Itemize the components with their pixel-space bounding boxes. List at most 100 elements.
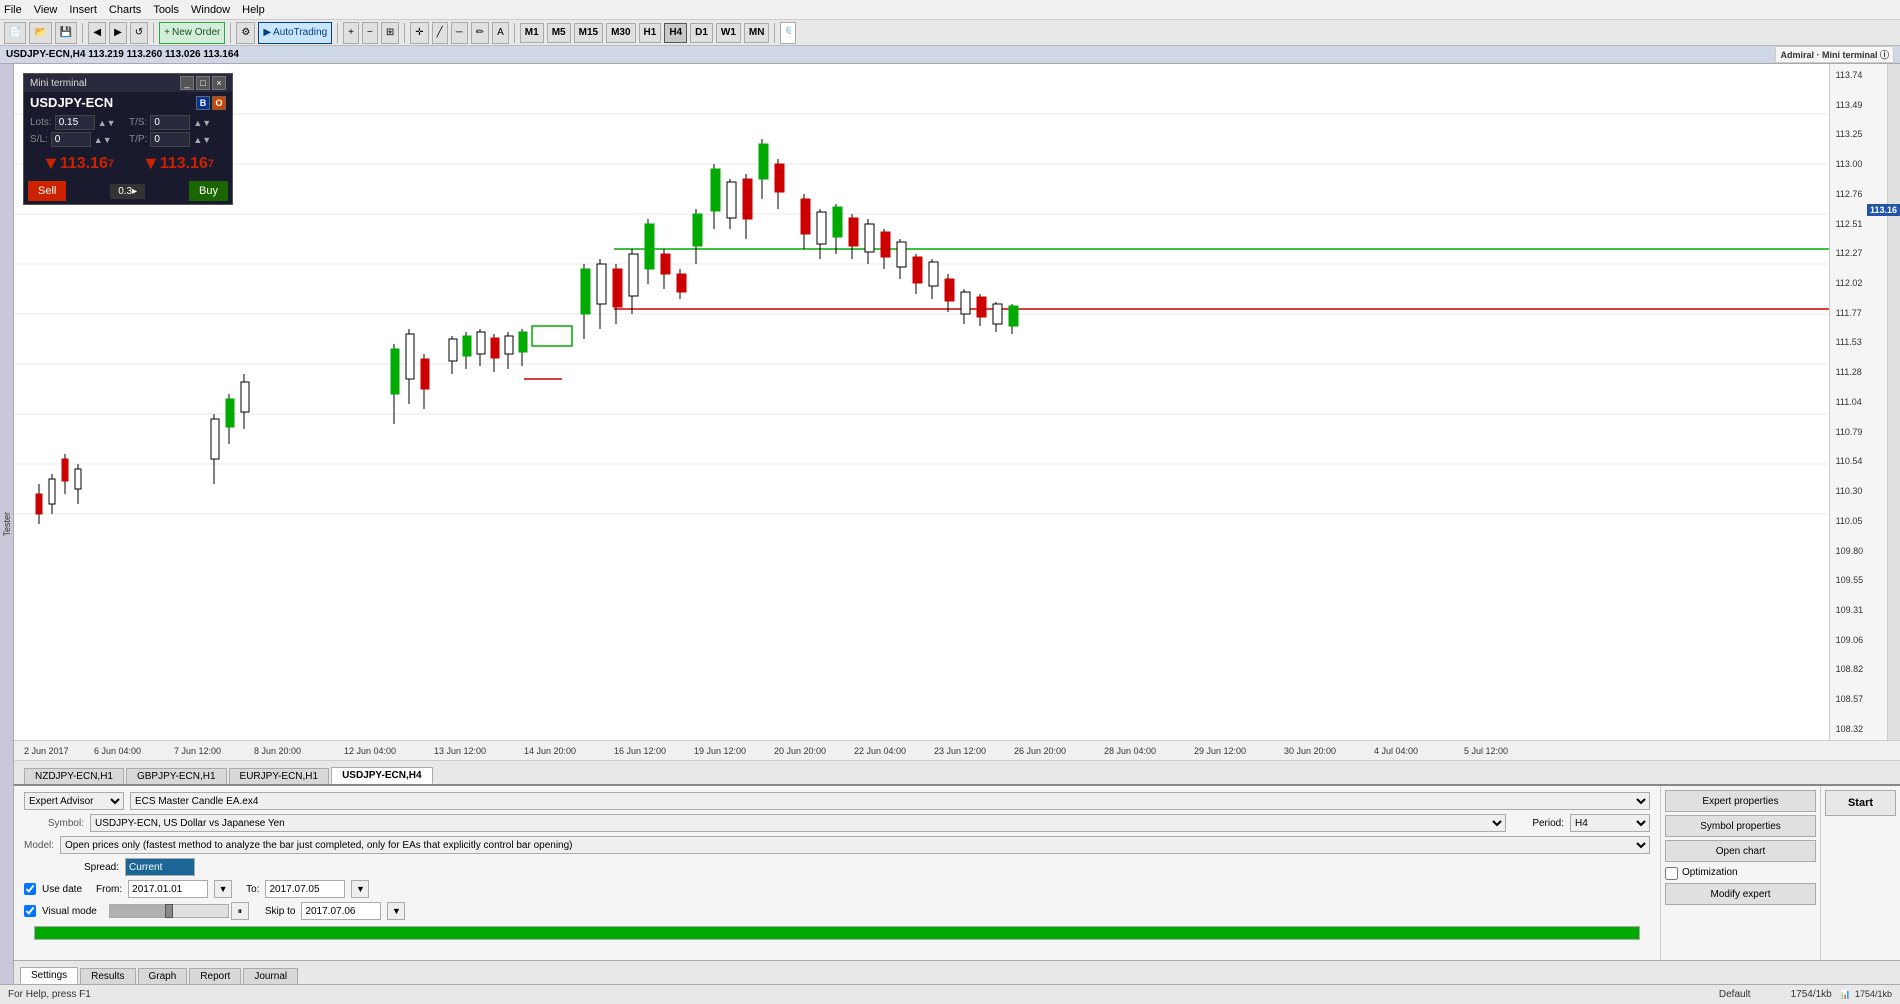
tab-gbpjpy[interactable]: GBPJPY-ECN,H1 bbox=[126, 768, 227, 784]
tester-tab-graph[interactable]: Graph bbox=[138, 968, 188, 984]
start-button[interactable]: Start bbox=[1825, 790, 1896, 816]
spread-value: 0.3▸ bbox=[110, 184, 145, 199]
tab-nzdjpy[interactable]: NZDJPY-ECN,H1 bbox=[24, 768, 124, 784]
tester-tab-settings[interactable]: Settings bbox=[20, 967, 78, 984]
period-select[interactable]: H4 bbox=[1570, 814, 1650, 832]
status-default: Default bbox=[1719, 989, 1751, 1000]
tester-tab-journal[interactable]: Journal bbox=[243, 968, 298, 984]
toolbar-new-btn[interactable]: 📄 bbox=[4, 22, 26, 44]
toolbar-open-btn[interactable]: 📂 bbox=[29, 22, 51, 44]
toolbar-crosshair[interactable]: ✛ bbox=[410, 22, 428, 44]
tp-input[interactable] bbox=[150, 132, 190, 147]
toolbar-chart-fit[interactable]: ⊞ bbox=[381, 22, 399, 44]
modify-expert-btn[interactable]: Modify expert bbox=[1665, 883, 1816, 905]
toolbar-text[interactable]: A bbox=[492, 22, 509, 44]
chart-title-bar: USDJPY-ECN,H4 113.219 113.260 113.026 11… bbox=[0, 46, 1900, 64]
period-m15[interactable]: M15 bbox=[574, 23, 603, 43]
visual-slider-track[interactable] bbox=[109, 904, 229, 918]
toolbar-line[interactable]: ╱ bbox=[432, 22, 448, 44]
new-order-label: New Order bbox=[172, 27, 220, 38]
symbol-select[interactable]: USDJPY-ECN, US Dollar vs Japanese Yen bbox=[90, 814, 1506, 832]
to-date-picker[interactable]: ▼ bbox=[351, 880, 369, 898]
tester-side-label[interactable]: Tester bbox=[2, 512, 12, 537]
from-date-picker[interactable]: ▼ bbox=[214, 880, 232, 898]
skip-to-picker[interactable]: ▼ bbox=[387, 902, 405, 920]
menu-view[interactable]: View bbox=[34, 4, 58, 16]
buy-button[interactable]: Buy bbox=[189, 181, 228, 201]
menu-charts[interactable]: Charts bbox=[109, 4, 141, 16]
expert-type-select[interactable]: Expert Advisor bbox=[24, 792, 124, 810]
period-w1[interactable]: W1 bbox=[716, 23, 741, 43]
status-bar: For Help, press F1 Default 1754/1kb 📊 17… bbox=[0, 984, 1900, 1004]
mini-terminal-close[interactable]: × bbox=[212, 76, 226, 90]
autotrading-button[interactable]: ▶ AutoTrading bbox=[258, 22, 332, 44]
sell-button[interactable]: Sell bbox=[28, 181, 66, 201]
menu-help[interactable]: Help bbox=[242, 4, 265, 16]
tab-usdjpy[interactable]: USDJPY-ECN,H4 bbox=[331, 767, 432, 784]
time-9: 20 Jun 20:00 bbox=[774, 746, 826, 756]
period-d1[interactable]: D1 bbox=[690, 23, 713, 43]
to-date-input[interactable] bbox=[265, 880, 345, 898]
v-scrollbar[interactable] bbox=[1887, 64, 1900, 740]
mini-terminal-orange-btn[interactable]: O bbox=[212, 96, 226, 110]
menu-insert[interactable]: Insert bbox=[69, 4, 97, 16]
optimization-checkbox[interactable] bbox=[1665, 867, 1678, 880]
lots-input[interactable] bbox=[55, 115, 95, 130]
open-chart-btn[interactable]: Open chart bbox=[1665, 840, 1816, 862]
admiral-label[interactable]: Admiral · Mini terminal ⓘ bbox=[1775, 46, 1894, 63]
period-mn[interactable]: MN bbox=[744, 23, 770, 43]
sl-spinner[interactable]: ▲▼ bbox=[94, 135, 112, 145]
candlestick-chart[interactable] bbox=[14, 64, 1829, 740]
spread-input[interactable] bbox=[125, 858, 195, 876]
use-date-checkbox[interactable] bbox=[24, 883, 36, 895]
toolbar-chart-zoom-out[interactable]: − bbox=[362, 22, 378, 44]
skip-to-input[interactable] bbox=[301, 902, 381, 920]
autotrading-icon: ▶ bbox=[263, 27, 271, 38]
from-date-input[interactable] bbox=[128, 880, 208, 898]
search-input[interactable] bbox=[780, 22, 796, 44]
tester-tab-report[interactable]: Report bbox=[189, 968, 241, 984]
model-select[interactable]: Open prices only (fastest method to anal… bbox=[60, 836, 1650, 854]
menu-file[interactable]: File bbox=[4, 4, 22, 16]
mini-terminal-restore[interactable]: □ bbox=[196, 76, 210, 90]
visual-slider-thumb[interactable] bbox=[165, 904, 173, 918]
toolbar-hline[interactable]: ─ bbox=[451, 22, 468, 44]
toolbar-back-btn[interactable]: ◀ bbox=[88, 22, 106, 44]
symbol-properties-btn[interactable]: Symbol properties bbox=[1665, 815, 1816, 837]
period-h4[interactable]: H4 bbox=[664, 23, 687, 43]
mini-terminal-minimize[interactable]: _ bbox=[180, 76, 194, 90]
toolbar-save-btn[interactable]: 💾 bbox=[55, 22, 77, 44]
toolbar-chart-zoom-in[interactable]: + bbox=[343, 22, 359, 44]
toolbar-refresh-btn[interactable]: ↺ bbox=[130, 22, 148, 44]
toolbar: 📄 📂 💾 ◀ ▶ ↺ + New Order ⚙ ▶ AutoTrading … bbox=[0, 20, 1900, 46]
expert-advisor-row: Expert Advisor ECS Master Candle EA.ex4 bbox=[24, 792, 1650, 810]
expert-properties-btn[interactable]: Expert properties bbox=[1665, 790, 1816, 812]
expert-file-select[interactable]: ECS Master Candle EA.ex4 bbox=[130, 792, 1650, 810]
tester-tab-results[interactable]: Results bbox=[80, 968, 135, 984]
tester-left: Expert Advisor ECS Master Candle EA.ex4 … bbox=[14, 786, 1660, 960]
price-10: 111.53 bbox=[1836, 337, 1881, 347]
visual-pause-btn[interactable]: ⏸ bbox=[231, 902, 249, 920]
sl-input[interactable] bbox=[51, 132, 91, 147]
visual-mode-checkbox[interactable] bbox=[24, 905, 36, 917]
menu-window[interactable]: Window bbox=[191, 4, 230, 16]
tp-spinner[interactable]: ▲▼ bbox=[193, 135, 211, 145]
chart-column: Mini terminal _ □ × USDJPY-ECN B O bbox=[14, 64, 1900, 984]
period-m30[interactable]: M30 bbox=[606, 23, 635, 43]
period-m5[interactable]: M5 bbox=[547, 23, 571, 43]
ts-input[interactable] bbox=[150, 115, 190, 130]
current-price-indicator: 113.16 bbox=[1867, 204, 1900, 216]
mini-terminal-blue-btn[interactable]: B bbox=[196, 96, 210, 110]
new-order-button[interactable]: + New Order bbox=[159, 22, 225, 44]
ts-spinner[interactable]: ▲▼ bbox=[193, 118, 211, 128]
toolbar-pen[interactable]: ✏ bbox=[471, 22, 489, 44]
price-22: 108.57 bbox=[1836, 694, 1881, 704]
tab-eurjpy[interactable]: EURJPY-ECN,H1 bbox=[229, 768, 330, 784]
period-m1[interactable]: M1 bbox=[520, 23, 544, 43]
lots-spinner[interactable]: ▲▼ bbox=[98, 118, 116, 128]
toolbar-experts-btn[interactable]: ⚙ bbox=[236, 22, 255, 44]
menu-tools[interactable]: Tools bbox=[153, 4, 179, 16]
symbol-label: Symbol: bbox=[24, 818, 84, 829]
toolbar-forward-btn[interactable]: ▶ bbox=[109, 22, 127, 44]
period-h1[interactable]: H1 bbox=[639, 23, 662, 43]
